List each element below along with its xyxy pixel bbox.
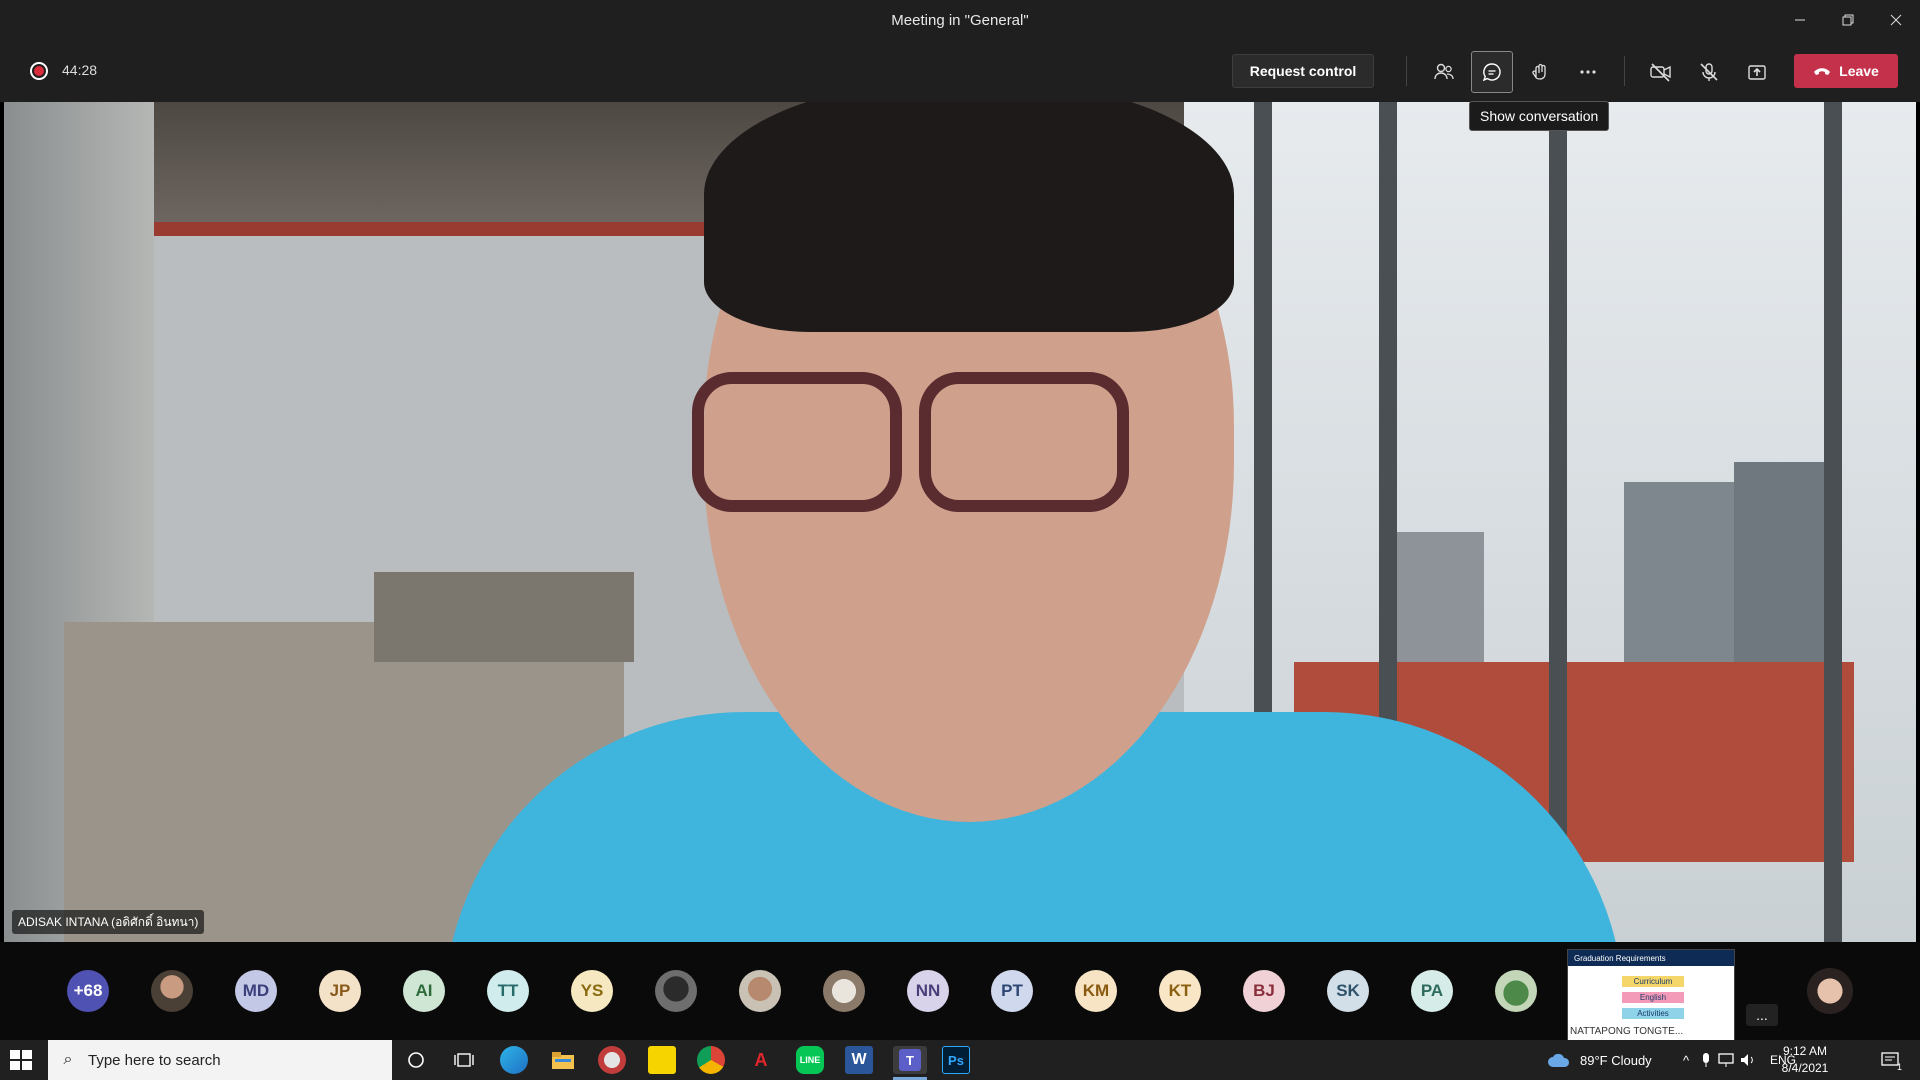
file-explorer-icon[interactable]: [549, 1046, 577, 1074]
window-controls: [1776, 0, 1920, 40]
restore-icon: [1842, 14, 1854, 26]
person-hair: [704, 102, 1234, 332]
taskbar-search-box[interactable]: ⌕ Type here to search: [48, 1040, 392, 1080]
participant-avatar[interactable]: [823, 970, 865, 1012]
meeting-toolbar: 44:28 Request control Leave: [0, 40, 1920, 102]
participants-button[interactable]: [1423, 51, 1465, 93]
chrome-browser-icon[interactable]: [697, 1046, 725, 1074]
chat-icon: [1482, 63, 1501, 82]
notification-count: 1: [1896, 1062, 1902, 1072]
participant-avatar[interactable]: [1495, 970, 1537, 1012]
participant-avatar[interactable]: [151, 970, 193, 1012]
participant-avatar[interactable]: PA: [1411, 970, 1453, 1012]
self-avatar[interactable]: [1807, 968, 1853, 1014]
edge-browser-icon[interactable]: [500, 1046, 528, 1074]
clock-date: 8/4/2021: [1781, 1061, 1829, 1075]
mic-toggle-button[interactable]: [1688, 51, 1730, 93]
photoshop-app-icon[interactable]: Ps: [942, 1046, 970, 1074]
minimize-button[interactable]: [1776, 0, 1824, 40]
line-app-icon[interactable]: LINE: [796, 1046, 824, 1074]
clock-time: 9:12 AM: [1782, 1044, 1828, 1058]
slide-title: Graduation Requirements: [1568, 950, 1734, 966]
camera-off-icon: [1650, 63, 1671, 82]
weather-text: 89°F Cloudy: [1580, 1052, 1652, 1068]
participant-avatar[interactable]: KM: [1075, 970, 1117, 1012]
leave-button[interactable]: Leave: [1794, 54, 1898, 88]
search-placeholder: Type here to search: [88, 1051, 221, 1069]
window-frame: [1824, 102, 1842, 942]
request-control-button[interactable]: Request control: [1232, 54, 1374, 88]
participant-avatar[interactable]: PT: [991, 970, 1033, 1012]
glasses-lens: [919, 372, 1129, 512]
windows-taskbar: ⌕ Type here to search A LINE W T Ps 89°F…: [0, 1040, 1920, 1080]
weather-widget[interactable]: 89°F Cloudy: [1546, 1040, 1652, 1080]
meeting-timer: 44:28: [62, 62, 98, 78]
more-participants-button[interactable]: ...: [1746, 1004, 1778, 1026]
overflow-participants-button[interactable]: +68: [67, 970, 109, 1012]
notifications-button[interactable]: 1: [1876, 1046, 1904, 1074]
speaker-icon[interactable]: [1738, 1051, 1760, 1069]
shared-content-thumbnail[interactable]: Graduation Requirements Curriculum Engli…: [1567, 949, 1735, 1041]
share-tray-icon: [1748, 65, 1766, 80]
participant-avatar[interactable]: YS: [571, 970, 613, 1012]
teams-logo: T: [899, 1049, 921, 1071]
acrobat-reader-icon[interactable]: A: [747, 1046, 775, 1074]
participant-avatar[interactable]: BJ: [1243, 970, 1285, 1012]
phone-hangup-icon: [1814, 68, 1831, 75]
snipping-app-icon[interactable]: [598, 1046, 626, 1074]
chevron-up-icon[interactable]: ^: [1676, 1053, 1696, 1068]
close-button[interactable]: [1872, 0, 1920, 40]
speaker-video: ADISAK INTANA (อดิศักดิ์ อินทนา): [4, 102, 1916, 942]
participant-strip: +68 MD JP AI TT YS NN PT KM KT BJ SK PA …: [0, 942, 1920, 1041]
recording-icon: [30, 62, 48, 80]
minimize-icon: [1795, 19, 1805, 21]
cortana-icon[interactable]: [402, 1046, 430, 1074]
more-actions-button[interactable]: [1567, 51, 1609, 93]
participant-avatar[interactable]: SK: [1327, 970, 1369, 1012]
participant-avatar[interactable]: [739, 970, 781, 1012]
network-icon[interactable]: [1716, 1051, 1738, 1069]
sticky-notes-icon[interactable]: [648, 1046, 676, 1074]
participant-avatar[interactable]: JP: [319, 970, 361, 1012]
word-app-icon[interactable]: W: [845, 1046, 873, 1074]
raise-hand-icon: [1532, 63, 1546, 80]
participant-avatar[interactable]: [655, 970, 697, 1012]
task-view-icon[interactable]: [450, 1046, 478, 1074]
people-icon: [1434, 63, 1454, 80]
show-conversation-button[interactable]: [1471, 51, 1513, 93]
participant-avatar[interactable]: MD: [235, 970, 277, 1012]
speaker-name-tag: ADISAK INTANA (อดิศักดิ์ อินทนา): [12, 910, 205, 934]
slide-item: Curriculum: [1622, 976, 1684, 987]
ellipsis-icon: [1580, 70, 1596, 74]
ceiling-beam: [104, 222, 804, 236]
slide-item: English: [1622, 992, 1684, 1003]
toolbar-divider: [1624, 56, 1625, 86]
search-icon: ⌕: [63, 1051, 73, 1068]
microphone-icon[interactable]: [1696, 1051, 1716, 1069]
mic-off-icon: [1700, 63, 1718, 81]
taskbar-clock[interactable]: 9:12 AM 8/4/2021: [1768, 1043, 1842, 1077]
teams-app-icon[interactable]: T: [893, 1046, 927, 1074]
restore-button[interactable]: [1824, 0, 1872, 40]
participant-avatar[interactable]: AI: [403, 970, 445, 1012]
share-content-button[interactable]: [1736, 51, 1778, 93]
leave-label: Leave: [1839, 63, 1879, 79]
background-building: [374, 572, 634, 662]
windows-start-icon[interactable]: [8, 1048, 34, 1072]
window-title: Meeting in "General": [891, 11, 1029, 29]
slide-item: Activities: [1622, 1008, 1684, 1019]
presenter-name: NATTAPONG TONGTE...: [1570, 1026, 1684, 1037]
camera-toggle-button[interactable]: [1640, 51, 1682, 93]
cloud-icon: [1548, 1053, 1570, 1067]
toolbar-divider: [1406, 56, 1407, 86]
participant-avatar[interactable]: NN: [907, 970, 949, 1012]
participant-avatar[interactable]: KT: [1159, 970, 1201, 1012]
reactions-button[interactable]: [1519, 51, 1561, 93]
close-icon: [1890, 14, 1902, 26]
participant-avatar[interactable]: TT: [487, 970, 529, 1012]
show-conversation-tooltip: Show conversation: [1469, 101, 1610, 131]
glasses-lens: [692, 372, 902, 512]
title-bar: Meeting in "General": [0, 0, 1920, 40]
